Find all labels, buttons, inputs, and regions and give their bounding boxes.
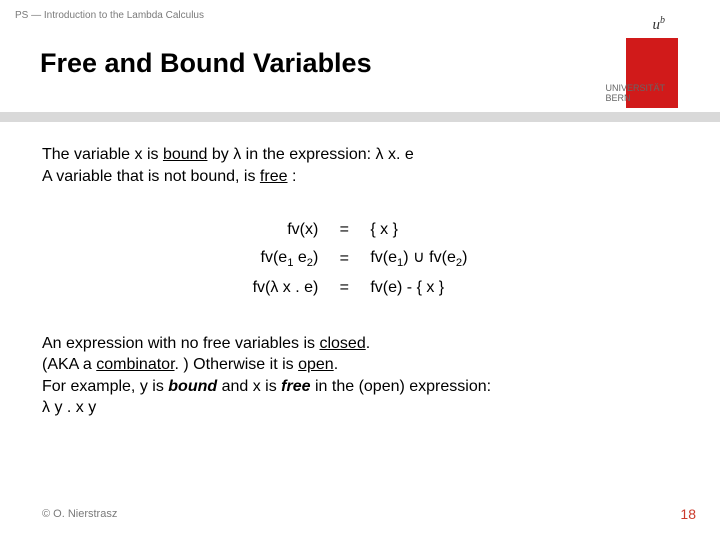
text: (AKA a (42, 356, 96, 373)
text: in the (open) expression: (311, 378, 492, 395)
equation-row: fv(x) = { x } (253, 219, 468, 241)
underlined-open: open (298, 356, 334, 373)
uni-line2: BERN (605, 93, 630, 103)
intro-paragraph: The variable x is bound by λ in the expr… (42, 144, 678, 187)
eq-rhs: { x } (370, 219, 467, 241)
underlined-free: free (260, 168, 288, 185)
bold-bound: bound (168, 378, 217, 395)
course-label: PS — Introduction to the Lambda Calculus (15, 10, 204, 21)
text: The variable x is (42, 146, 163, 163)
logo-sup-b: b (660, 15, 665, 26)
page-title: Free and Bound Variables (40, 48, 372, 79)
eq-op: = (334, 277, 354, 299)
underlined-bound: bound (163, 146, 208, 163)
text: . (366, 335, 370, 352)
slide: PS — Introduction to the Lambda Calculus… (0, 0, 720, 540)
text: : (288, 168, 297, 185)
eq-rhs: fv(e) - { x } (370, 277, 467, 299)
text: . (334, 356, 338, 373)
copyright: © O. Nierstrasz (42, 508, 117, 520)
lambda-expression: λ y . x y (42, 399, 96, 416)
closing-paragraph: An expression with no free variables is … (42, 333, 678, 419)
logo-letter: ub (653, 15, 666, 34)
text: . ) Otherwise it is (175, 356, 299, 373)
page-number: 18 (680, 506, 696, 522)
text: For example, y is (42, 378, 168, 395)
eq-lhs: fv(e1 e2) (253, 247, 319, 271)
text: by λ in the expression: λ x. e (207, 146, 413, 163)
eq-op: = (334, 247, 354, 271)
body-content: The variable x is bound by λ in the expr… (42, 144, 678, 419)
header: PS — Introduction to the Lambda Calculus… (0, 0, 575, 112)
eq-lhs: fv(x) (253, 219, 319, 241)
university-name: UNIVERSITÄT BERN (605, 84, 665, 104)
equations-table: fv(x) = { x } fv(e1 e2) = fv(e1) ∪ fv(e2… (237, 213, 484, 304)
eq-lhs: fv(λ x . e) (253, 277, 319, 299)
equation-row: fv(e1 e2) = fv(e1) ∪ fv(e2) (253, 247, 468, 271)
text: A variable that is not bound, is (42, 168, 260, 185)
uni-line1: UNIVERSITÄT (605, 83, 665, 93)
eq-op: = (334, 219, 354, 241)
equation-row: fv(λ x . e) = fv(e) - { x } (253, 277, 468, 299)
eq-rhs: fv(e1) ∪ fv(e2) (370, 247, 467, 271)
text: An expression with no free variables is (42, 335, 319, 352)
underlined-combinator: combinator (96, 356, 174, 373)
bold-free: free (281, 378, 310, 395)
logo-u: u (653, 17, 661, 33)
divider-strip (0, 112, 720, 122)
university-logo: ub UNIVERSITÄT BERN (575, 0, 720, 112)
underlined-closed: closed (319, 335, 365, 352)
text: and x is (217, 378, 281, 395)
